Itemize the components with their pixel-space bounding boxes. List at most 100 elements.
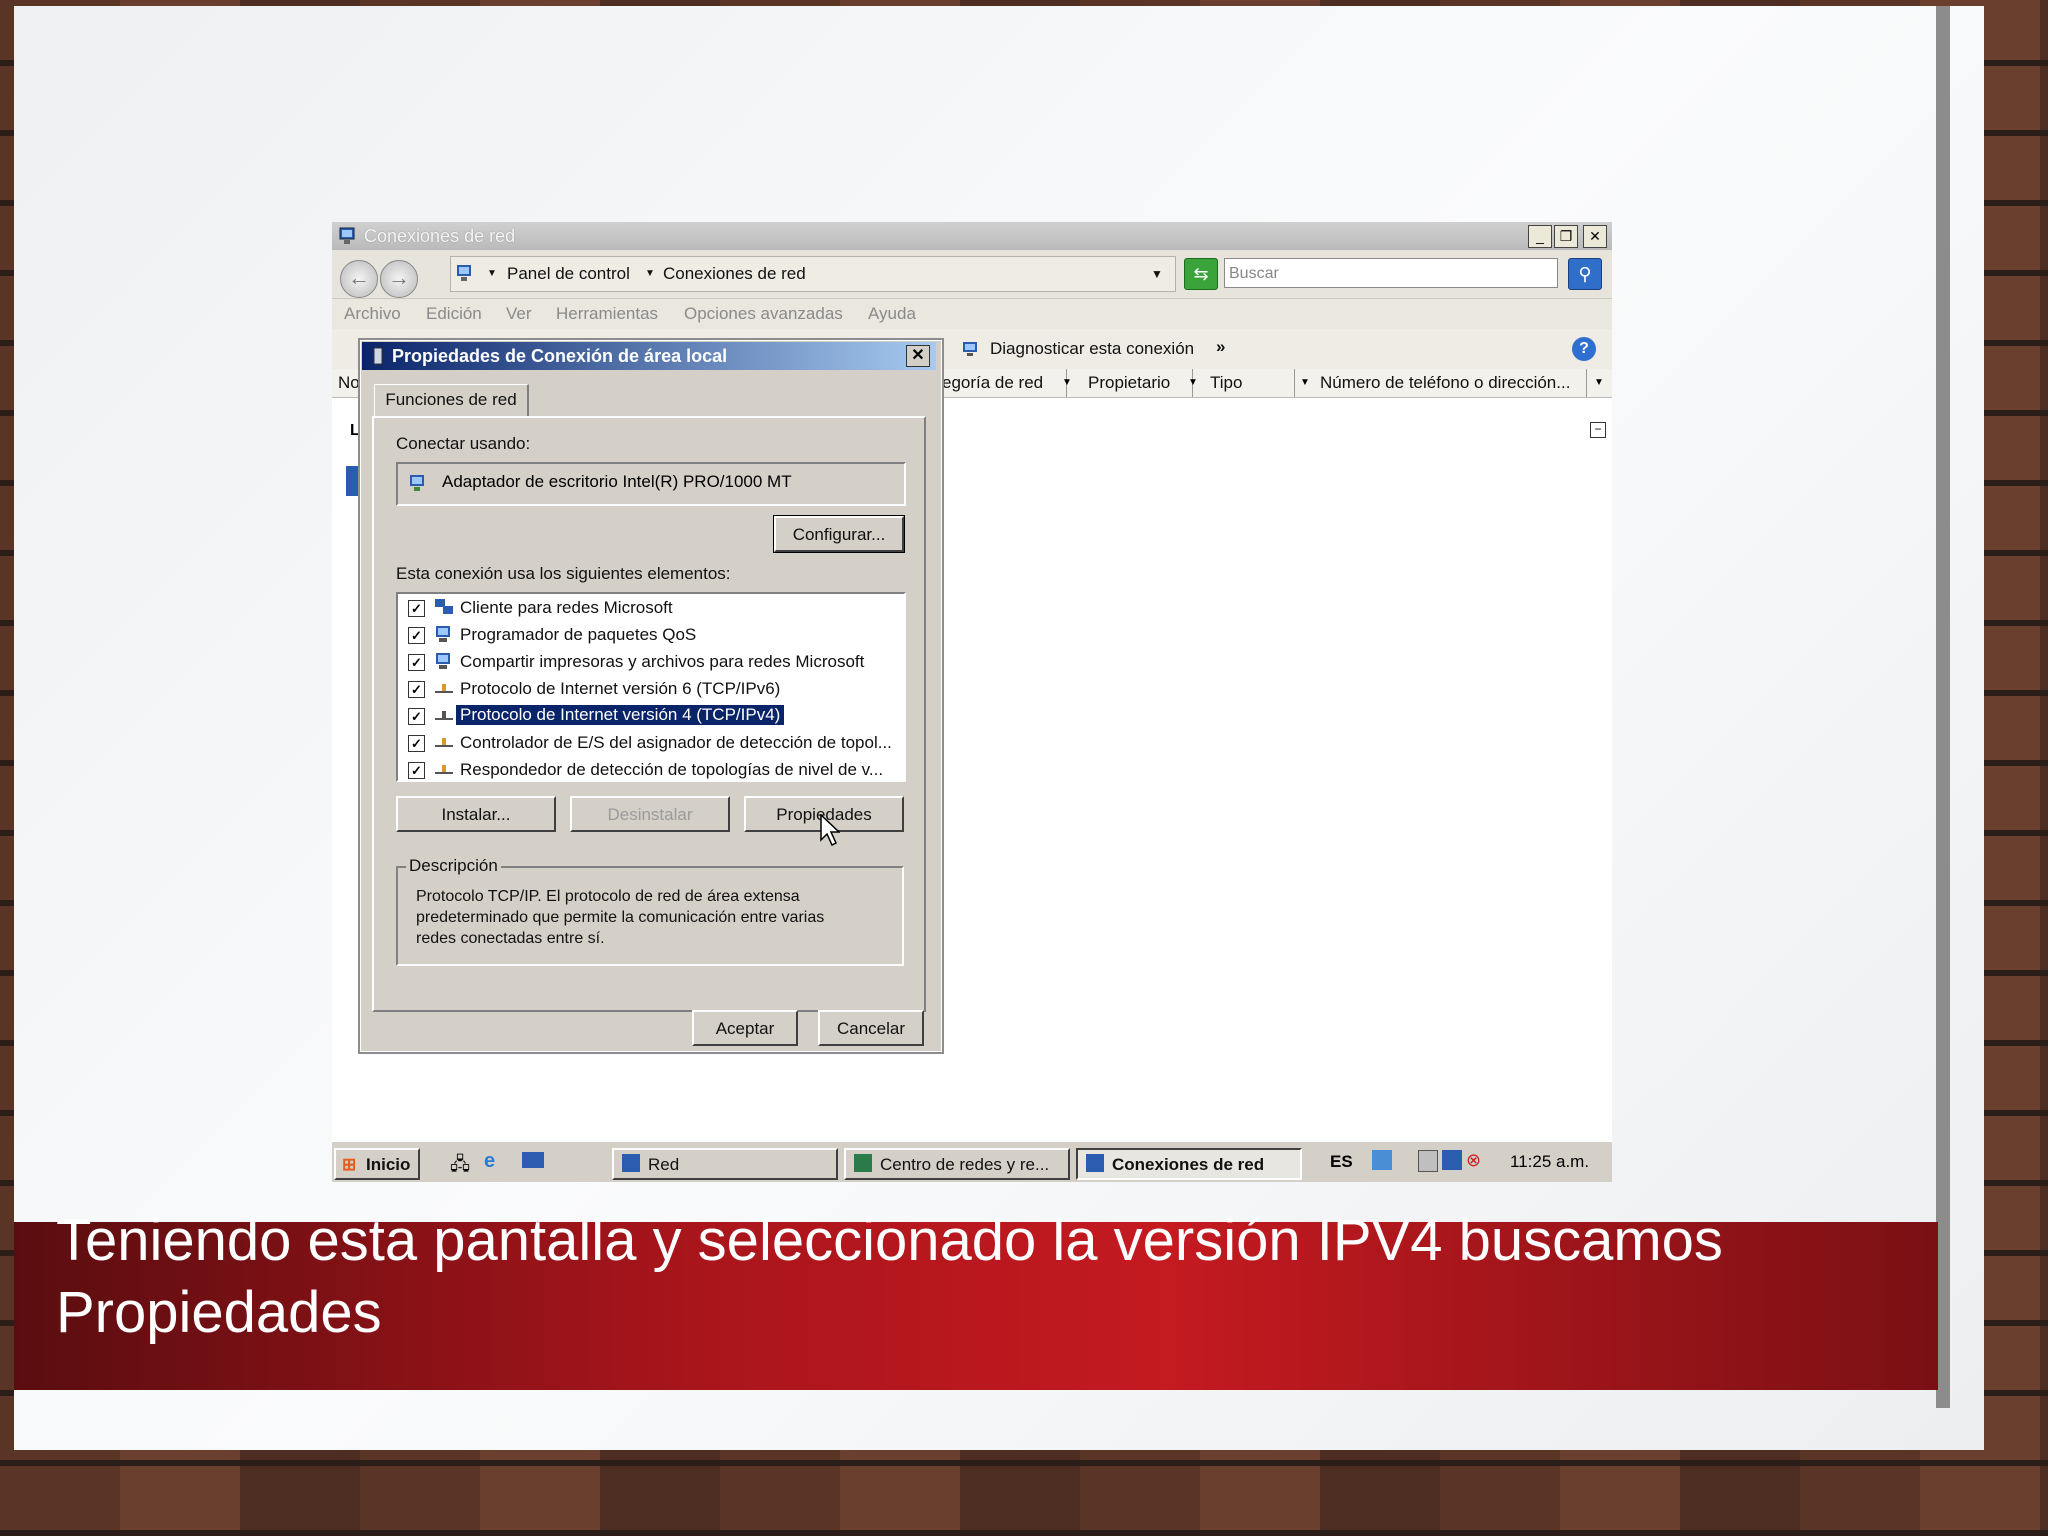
refresh-icon: ⇆ — [1193, 264, 1209, 284]
restore-button[interactable]: ❐ — [1554, 225, 1578, 248]
search-input[interactable]: Buscar — [1224, 258, 1558, 288]
search-icon: ⚲ — [1578, 264, 1592, 284]
connect-using-label: Conectar usando: — [396, 434, 531, 453]
tab-funciones-de-red[interactable]: Funciones de red — [374, 384, 529, 417]
menu-edicion[interactable]: Edición — [426, 304, 482, 324]
uninstall-button[interactable]: Desinstalar — [570, 796, 730, 832]
address-bar: ← → ▼ Panel de control ▼ Conexiones de r… — [332, 250, 1612, 299]
protocol-icon — [435, 711, 453, 720]
search-button[interactable]: ⚲ — [1568, 258, 1602, 290]
adapter-field: Adaptador de escritorio Intel(R) PRO/100… — [396, 462, 906, 506]
network-adapter-icon — [410, 475, 424, 491]
item-checkbox[interactable]: ✓ — [408, 708, 425, 725]
screenshot-window: Conexiones de red _ ❐ ✕ ← → ▼ Panel de c… — [332, 222, 1612, 1182]
help-icon[interactable]: ? — [1572, 337, 1596, 361]
minimize-button[interactable]: _ — [1528, 225, 1552, 248]
column-owner[interactable]: Propietario — [1084, 369, 1193, 397]
item-checkbox[interactable]: ✓ — [408, 627, 425, 644]
list-item[interactable]: Compartir impresoras y archivos para red… — [460, 652, 864, 672]
start-button[interactable]: ⊞ Inicio — [334, 1148, 420, 1180]
column-category-dropdown-icon[interactable]: ▼ — [1060, 375, 1074, 391]
description-line: Protocolo TCP/IP. El protocolo de red de… — [416, 888, 800, 905]
window-title: Conexiones de red — [364, 226, 516, 246]
tray-volume-muted-icon[interactable]: ⊗ — [1466, 1150, 1481, 1171]
window-titlebar: Conexiones de red _ ❐ ✕ — [332, 222, 1612, 250]
tray-network-icon[interactable] — [1442, 1150, 1462, 1170]
ok-button[interactable]: Aceptar — [692, 1010, 798, 1046]
control-panel-icon — [457, 265, 471, 281]
caption-line-1: Teniendo esta pantalla y seleccionado la… — [56, 1208, 1723, 1273]
collapse-group-icon[interactable]: − — [1590, 422, 1606, 438]
refresh-button[interactable]: ⇆ — [1184, 258, 1218, 290]
address-dropdown-icon[interactable]: ▼ — [1151, 257, 1163, 291]
item-checkbox[interactable]: ✓ — [408, 600, 425, 617]
dialog-title: Propiedades de Conexión de área local — [392, 346, 728, 366]
breadcrumb-arrow-icon[interactable]: ▼ — [645, 257, 655, 291]
menu-herramientas[interactable]: Herramientas — [556, 304, 658, 324]
forward-button[interactable]: → — [380, 260, 418, 298]
address-input[interactable]: ▼ Panel de control ▼ Conexiones de red ▼ — [450, 256, 1176, 292]
language-indicator[interactable]: ES — [1330, 1152, 1353, 1172]
close-button[interactable]: ✕ — [1583, 225, 1607, 248]
column-name[interactable]: No — [338, 369, 360, 397]
tray-app-icon[interactable] — [1372, 1150, 1392, 1170]
tray-safely-remove-icon[interactable] — [1418, 1150, 1438, 1172]
menu-ayuda[interactable]: Ayuda — [868, 304, 916, 324]
show-desktop-icon[interactable] — [522, 1152, 544, 1168]
mouse-cursor-icon — [820, 814, 840, 847]
cancel-button[interactable]: Cancelar — [818, 1010, 924, 1046]
column-type-dropdown-icon[interactable]: ▼ — [1298, 375, 1312, 391]
configure-button[interactable]: Configurar... — [773, 515, 905, 553]
clock[interactable]: 11:25 a.m. — [1510, 1152, 1589, 1172]
taskbar-network-connections[interactable]: Conexiones de red — [1076, 1148, 1302, 1180]
dialog-close-button[interactable]: ✕ — [906, 345, 930, 367]
list-item-selected[interactable]: Protocolo de Internet versión 4 (TCP/IPv… — [456, 705, 785, 725]
diagnose-connection-button[interactable]: Diagnosticar esta conexión — [990, 339, 1194, 359]
taskbar-red[interactable]: Red — [612, 1148, 838, 1180]
column-phone-address[interactable]: Número de teléfono o dirección... — [1316, 369, 1587, 397]
menu-ver[interactable]: Ver — [506, 304, 532, 324]
menu-bar: Archivo Edición Ver Herramientas Opcione… — [332, 299, 1612, 329]
internet-explorer-icon[interactable]: e — [484, 1150, 495, 1173]
column-category[interactable]: egoría de red — [942, 369, 1067, 397]
description-line: redes conectadas entre sí. — [416, 930, 605, 947]
computer-icon — [436, 626, 450, 642]
breadcrumb-control-panel[interactable]: Panel de control — [507, 257, 630, 291]
description-text: Protocolo TCP/IP. El protocolo de red de… — [416, 886, 824, 949]
column-phone-dropdown-icon[interactable]: ▼ — [1592, 375, 1606, 391]
taskbar: ⊞ Inicio 🖧 e Red Centro de redes y re...… — [332, 1140, 1612, 1182]
install-button[interactable]: Instalar... — [396, 796, 556, 832]
list-item[interactable]: Respondedor de detección de topologías d… — [460, 760, 883, 780]
item-checkbox[interactable]: ✓ — [408, 681, 425, 698]
menu-archivo[interactable]: Archivo — [344, 304, 401, 324]
network-connections-icon — [1086, 1154, 1104, 1172]
slide-edge — [1936, 6, 1950, 1408]
item-checkbox[interactable]: ✓ — [408, 735, 425, 752]
list-item[interactable]: Protocolo de Internet versión 6 (TCP/IPv… — [460, 679, 780, 699]
network-client-icon — [435, 599, 453, 614]
network-center-icon — [854, 1154, 872, 1172]
taskbar-network-center[interactable]: Centro de redes y re... — [844, 1148, 1070, 1180]
slide-caption: Teniendo esta pantalla y seleccionado la… — [56, 1205, 1916, 1349]
task-label: Centro de redes y re... — [880, 1155, 1050, 1174]
list-item[interactable]: Cliente para redes Microsoft — [460, 598, 673, 618]
server-manager-icon[interactable]: 🖧 — [450, 1152, 470, 1182]
breadcrumb-arrow-icon[interactable]: ▼ — [487, 257, 497, 291]
more-commands-button[interactable]: » — [1216, 337, 1225, 357]
list-item[interactable]: Controlador de E/S del asignador de dete… — [460, 733, 892, 753]
column-type[interactable]: Tipo — [1206, 369, 1295, 397]
items-list[interactable]: ✓ Cliente para redes Microsoft ✓ Program… — [396, 592, 906, 782]
start-label: Inicio — [366, 1155, 411, 1174]
list-item[interactable]: Programador de paquetes QoS — [460, 625, 696, 645]
back-button[interactable]: ← — [340, 260, 378, 298]
items-label: Esta conexión usa los siguientes element… — [396, 564, 731, 583]
task-label: Conexiones de red — [1112, 1155, 1265, 1174]
description-line: predeterminado que permite la comunicaci… — [416, 909, 825, 926]
item-checkbox[interactable]: ✓ — [408, 762, 425, 779]
column-owner-dropdown-icon[interactable]: ▼ — [1186, 375, 1200, 391]
breadcrumb-network-connections[interactable]: Conexiones de red — [663, 257, 806, 291]
menu-opciones-avanzadas[interactable]: Opciones avanzadas — [684, 304, 843, 324]
item-checkbox[interactable]: ✓ — [408, 654, 425, 671]
forward-arrow-icon: → — [388, 265, 410, 290]
windows-logo-icon: ⊞ — [342, 1155, 357, 1174]
